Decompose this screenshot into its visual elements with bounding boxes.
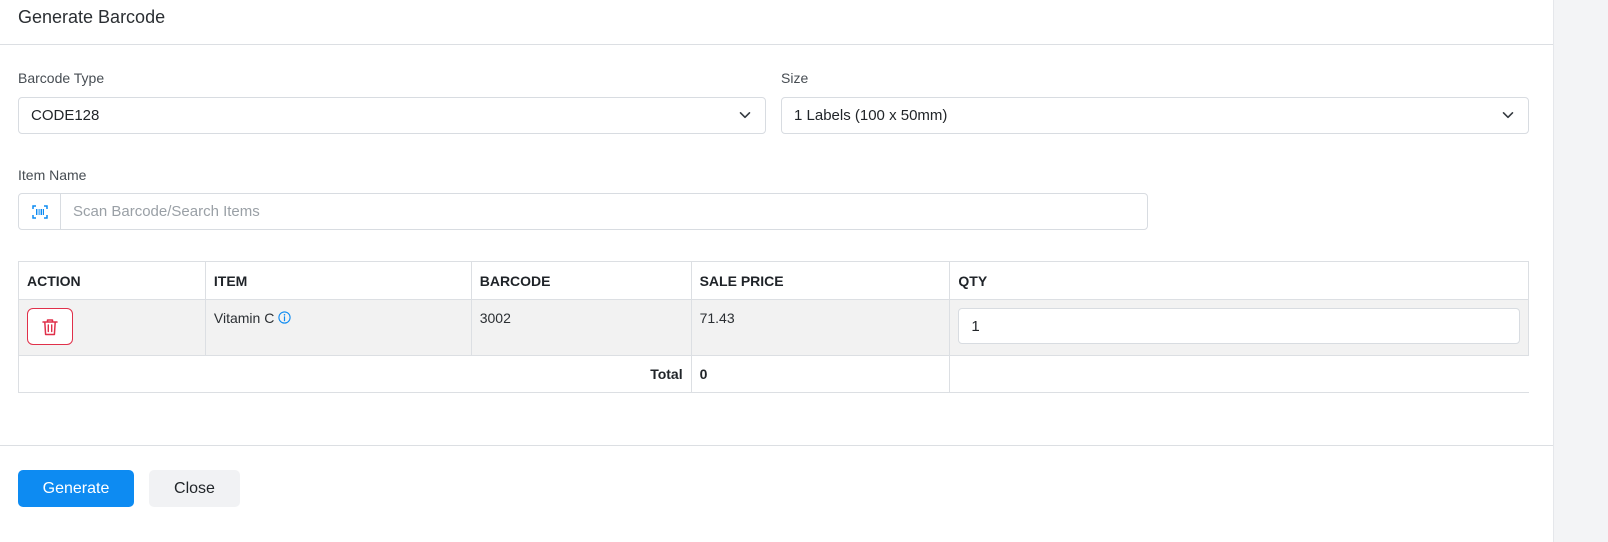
table-row: Vitamin C 3002 71.43 [18,299,1529,356]
chevron-down-icon [739,112,751,119]
size-label: Size [781,70,809,86]
chevron-down-icon [1502,112,1514,119]
qty-input[interactable] [958,308,1520,344]
items-table: ACTION ITEM BARCODE SALE PRICE QTY Vitam… [18,261,1529,393]
trash-icon [42,318,58,335]
barcode-scan-addon[interactable] [19,194,61,229]
modal-title: Generate Barcode [18,6,166,27]
item-search-input[interactable] [61,194,1147,229]
total-label: Total [18,355,692,393]
col-header-qty: QTY [949,261,1529,300]
barcode-type-value: CODE128 [31,107,100,124]
modal-footer: Generate Close [0,445,1553,542]
table-header-row: ACTION ITEM BARCODE SALE PRICE QTY [18,261,1529,300]
delete-row-button[interactable] [27,308,73,345]
col-header-barcode: BARCODE [470,261,692,300]
barcode-type-select[interactable]: CODE128 [18,97,766,134]
close-button[interactable]: Close [149,470,240,507]
col-header-action: ACTION [18,261,206,300]
info-circle-icon[interactable] [278,311,291,324]
item-cell: Vitamin C [204,299,472,356]
size-select[interactable]: 1 Labels (100 x 50mm) [781,97,1529,134]
size-value: 1 Labels (100 x 50mm) [794,107,948,124]
generate-barcode-modal: Generate Barcode Barcode Type CODE128 Si… [0,0,1553,542]
total-empty-cell [949,355,1529,393]
qty-cell [949,299,1529,356]
page-scrollbar[interactable] [1553,0,1608,542]
barcode-cell: 3002 [470,299,692,356]
item-name: Vitamin C [213,310,275,326]
generate-button[interactable]: Generate [18,470,134,507]
total-row: Total 0 [18,355,1529,393]
col-header-sale-price: SALE PRICE [690,261,951,300]
item-name-label: Item Name [18,167,87,183]
barcode-scan-icon [31,204,48,219]
barcode-type-label: Barcode Type [18,70,105,86]
total-value: 0 [690,355,951,393]
sale-price-cell: 71.43 [690,299,951,356]
modal-header: Generate Barcode [0,0,1553,45]
col-header-item: ITEM [204,261,472,300]
action-cell [18,299,206,356]
item-search-group [18,193,1148,230]
